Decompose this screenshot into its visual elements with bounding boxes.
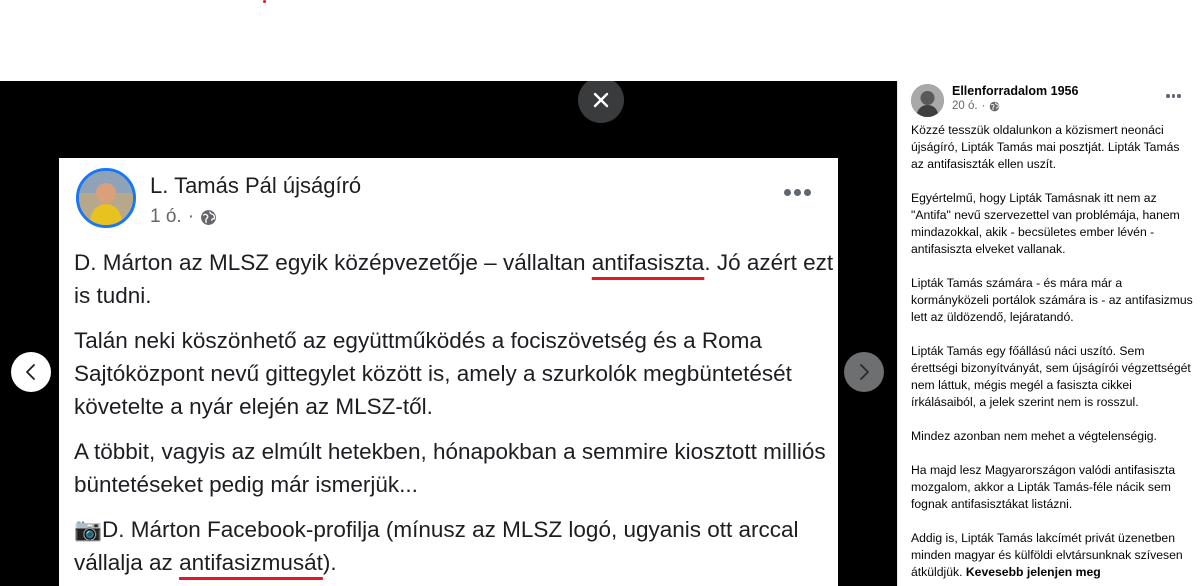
see-less-link[interactable]: Kevesebb jelenjen meg (966, 565, 1101, 579)
close-icon (593, 92, 609, 108)
post-paragraph-1: D. Márton az MLSZ egyik középvezetője – … (74, 250, 834, 308)
next-photo-button[interactable] (844, 352, 884, 392)
page-name[interactable]: Ellenforradalom 1956 (952, 84, 1078, 98)
post-meta: 1 ó. · (150, 206, 217, 228)
post-author-avatar (76, 168, 136, 228)
caption-paragraph: Egyértelmű, hogy Lipták Tamásnak itt nem… (911, 191, 1180, 256)
caption-paragraph: Mindez azonban nem mehet a végtelenségig… (911, 429, 1157, 443)
sidebar-post-time[interactable]: 20 ó. (952, 100, 978, 112)
caption-paragraph: Addig is, Lipták Tamás lakcímét privát ü… (911, 531, 1183, 579)
photo-viewer: L. Tamás Pál újságíró 1 ó. · D. Márton a… (0, 81, 897, 586)
chevron-left-icon (26, 364, 35, 380)
post-paragraph-3: A többit, vagyis az elmúlt hetekben, hón… (74, 439, 826, 497)
close-button[interactable] (578, 81, 624, 123)
caption-paragraph: Ha majd lesz Magyarországon valódi antif… (911, 463, 1176, 511)
caption-paragraph: Lipták Tamás egy főállású náci uszító. S… (911, 344, 1191, 409)
sidebar-post-meta: 20 ó. · (952, 100, 1000, 112)
post-body: D. Márton az MLSZ egyik középvezetője – … (74, 246, 834, 586)
post-more-options-icon (784, 186, 814, 198)
highlighted-word: antifasiszta (591, 250, 705, 275)
meta-separator: · (187, 206, 195, 227)
post-paragraph-2: Talán neki köszönhető az együttműködés a… (74, 328, 792, 419)
previous-photo-button[interactable] (11, 352, 51, 392)
caption-paragraph: Lipták Tamás számára - és mára már a kor… (911, 276, 1193, 324)
meta-separator: · (981, 100, 986, 112)
post-screenshot-image: L. Tamás Pál újságíró 1 ó. · D. Márton a… (59, 158, 838, 586)
chevron-right-icon (860, 364, 869, 380)
post-author-name: L. Tamás Pál újságíró (150, 173, 362, 198)
caption-paragraph: Közzé tesszük oldalunkon a közismert neo… (911, 123, 1180, 171)
post-paragraph-4: 📷D. Márton Facebook-profilja (mínusz az … (74, 517, 799, 575)
post-time: 1 ó. (150, 206, 182, 227)
more-options-icon[interactable] (1166, 94, 1181, 98)
post-caption: Közzé tesszük oldalunkon a közismert neo… (911, 122, 1193, 586)
highlighted-word: antifasizmusát (179, 550, 323, 575)
globe-icon (990, 101, 1000, 111)
notification-dot (263, 0, 266, 3)
post-sidebar: Ellenforradalom 1956 20 ó. · Közzé tessz… (897, 81, 1200, 586)
page-avatar[interactable] (911, 84, 944, 117)
globe-icon (201, 209, 216, 225)
top-bar (0, 0, 1200, 81)
